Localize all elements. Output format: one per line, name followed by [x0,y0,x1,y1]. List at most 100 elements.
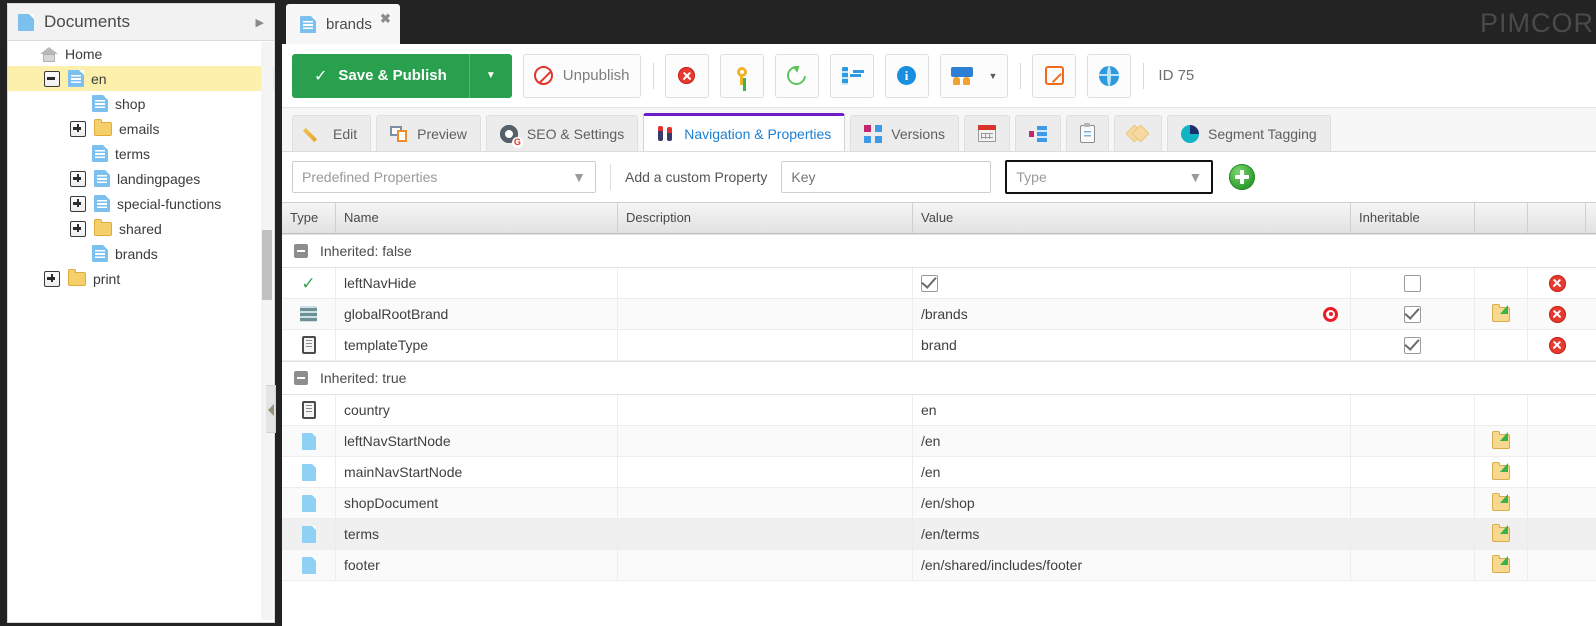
column-header-actions-5[interactable] [1475,203,1528,233]
cell-inheritable[interactable] [1351,519,1475,549]
cell-delete-action[interactable] [1528,330,1586,360]
cell-delete-action[interactable] [1528,395,1586,425]
tree-item-shop[interactable]: shop [8,91,274,116]
table-row[interactable]: mainNavStartNode/en [282,457,1596,488]
delete-icon[interactable] [1548,336,1566,354]
grid-group-header[interactable]: Inherited: false [282,234,1596,268]
cell-description[interactable] [618,457,913,487]
tree-jump-button[interactable] [829,53,874,98]
cell-description[interactable] [618,268,913,298]
document-tree[interactable]: Home en shop emails terms landingpages special… [8,41,274,622]
cell-value[interactable]: /en [913,457,1351,487]
tab-segment-tagging[interactable]: Segment Tagging [1166,115,1331,151]
column-header-description[interactable]: Description [618,203,913,233]
table-row[interactable]: templateType brand [282,330,1596,361]
cell-delete-action[interactable] [1528,426,1586,456]
translations-button[interactable]: ▼ [939,53,1009,98]
tree-scrollbar-thumb[interactable] [262,230,272,300]
cell-delete-action[interactable] [1528,268,1586,298]
cell-description[interactable] [618,426,913,456]
cell-open-action[interactable] [1475,488,1528,518]
cell-open-action[interactable] [1475,550,1528,580]
cell-name[interactable]: globalRootBrand [336,299,618,329]
document-tab-brands[interactable]: brands ✖ [286,4,400,44]
cell-delete-action[interactable] [1528,299,1586,329]
tree-item-print[interactable]: print [8,266,274,291]
panel-splitter-collapse[interactable] [266,385,276,433]
cell-description[interactable] [618,550,913,580]
table-row[interactable]: terms/en/terms [282,519,1596,550]
cell-inheritable[interactable] [1351,488,1475,518]
tab-versions[interactable]: Versions [850,115,959,151]
permissions-button[interactable] [719,53,764,98]
cell-value[interactable]: /en/terms [913,519,1351,549]
grid-group-header[interactable]: Inherited: true [282,361,1596,395]
cell-delete-action[interactable] [1528,488,1586,518]
column-header-name[interactable]: Name [336,203,618,233]
cell-name[interactable]: shopDocument [336,488,618,518]
open-button[interactable] [1032,53,1077,98]
add-property-button[interactable] [1229,164,1256,190]
column-header-inheritable[interactable]: Inheritable [1351,203,1475,233]
table-row[interactable]: leftNavStartNode/en [282,426,1596,457]
cell-inheritable[interactable] [1351,426,1475,456]
close-icon[interactable]: ✖ [380,12,391,25]
tab-navigation-properties[interactable]: Navigation & Properties [643,113,846,151]
cell-inheritable[interactable] [1351,330,1475,360]
cell-inheritable[interactable] [1351,550,1475,580]
expand-icon[interactable] [70,120,86,137]
table-row[interactable]: country en [282,395,1596,426]
open-folder-icon[interactable] [1492,461,1510,480]
expand-icon[interactable] [70,220,86,237]
collapse-icon[interactable] [294,371,308,385]
inheritable-checkbox[interactable] [1404,274,1421,292]
table-row[interactable]: footer/en/shared/includes/footer [282,550,1596,581]
cell-description[interactable] [618,299,913,329]
type-select[interactable]: Type ▼ [1005,160,1214,194]
tab-calendar[interactable] [963,115,1010,151]
delete-icon[interactable] [1548,274,1566,292]
cell-open-action[interactable] [1475,457,1528,487]
cell-inheritable[interactable] [1351,268,1475,298]
collapse-icon[interactable] [294,244,308,258]
tree-item-brands[interactable]: brands [8,241,274,266]
cell-open-action[interactable] [1475,268,1528,298]
table-row[interactable]: globalRootBrand/brands [282,299,1596,330]
cell-name[interactable]: templateType [336,330,618,360]
chevron-right-icon[interactable]: ▶ [256,16,264,29]
value-checkbox[interactable] [921,274,938,292]
cell-inheritable[interactable] [1351,395,1475,425]
cell-inheritable[interactable] [1351,457,1475,487]
cell-value[interactable] [913,268,1351,298]
tree-item-Home[interactable]: Home [8,41,274,66]
cell-name[interactable]: terms [336,519,618,549]
delete-button[interactable] [664,53,709,98]
cell-name[interactable]: mainNavStartNode [336,457,618,487]
table-row[interactable]: ✓ leftNavHide [282,268,1596,299]
expand-icon[interactable] [70,195,86,212]
cell-name[interactable]: footer [336,550,618,580]
open-folder-icon[interactable] [1492,430,1510,449]
delete-icon[interactable] [1548,305,1566,323]
preview-button[interactable] [1087,53,1132,98]
tree-item-shared[interactable]: shared [8,216,274,241]
open-folder-icon[interactable] [1492,554,1510,573]
cell-description[interactable] [618,330,913,360]
unpublish-button[interactable]: Unpublish [522,53,641,98]
cell-open-action[interactable] [1475,330,1528,360]
table-row[interactable]: shopDocument/en/shop [282,488,1596,519]
tab-seo-settings[interactable]: SEO & Settings [485,115,639,151]
locate-target-icon[interactable] [1323,306,1338,322]
tab-tag[interactable] [1113,115,1162,151]
cell-open-action[interactable] [1475,395,1528,425]
cell-value[interactable]: brand [913,330,1351,360]
open-folder-icon[interactable] [1492,492,1510,511]
column-header-value[interactable]: Value [913,203,1351,233]
cell-delete-action[interactable] [1528,457,1586,487]
cell-description[interactable] [618,519,913,549]
save-publish-split-button[interactable]: ✓ Save & Publish ▼ [292,53,512,98]
save-publish-button[interactable]: ✓ Save & Publish [292,53,469,98]
cell-value[interactable]: /en/shared/includes/footer [913,550,1351,580]
inheritable-checkbox[interactable] [1404,305,1421,323]
tree-scrollbar[interactable] [261,42,273,620]
